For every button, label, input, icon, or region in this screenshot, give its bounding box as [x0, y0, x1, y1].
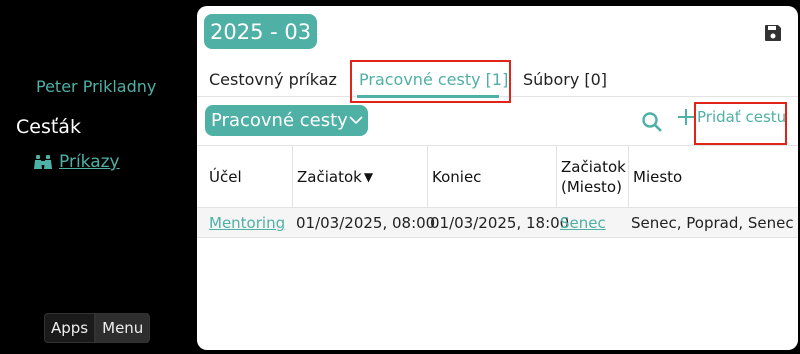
filter-select[interactable]: Pracovné cesty — [205, 105, 368, 136]
tab-bar: Cestovný príkaz Pracovné cesty [1] Súbor… — [197, 61, 798, 98]
bottom-switcher: Apps Menu — [44, 313, 151, 343]
search-icon[interactable] — [641, 111, 663, 133]
row-zaciatok-miesto-link[interactable]: Senec — [560, 214, 606, 232]
add-trip-button[interactable]: Pridať cestu — [677, 108, 786, 126]
row-ucel-link[interactable]: Mentoring — [209, 214, 285, 232]
binoculars-icon — [33, 152, 53, 172]
filter-select-value: Pracovné cesty — [211, 110, 348, 131]
column-header-zaciatok[interactable]: Začiatok ▼ — [293, 146, 428, 208]
chevron-down-icon — [348, 112, 364, 128]
column-header-miesto[interactable]: Miesto — [629, 146, 798, 208]
table-row[interactable]: Mentoring 01/03/2025, 08:00 01/03/2025, … — [197, 208, 798, 238]
app-title: Cesťák — [16, 116, 81, 138]
row-miesto: Senec, Poprad, Senec — [631, 214, 794, 232]
menu-button[interactable]: Menu — [95, 313, 151, 343]
period-badge[interactable]: 2025 - 03 — [204, 14, 318, 49]
column-header-koniec[interactable]: Koniec — [428, 146, 557, 208]
user-name[interactable]: Peter Prikladny — [36, 77, 156, 96]
add-trip-label: Pridať cestu — [697, 108, 787, 126]
sidebar-item-prikazy[interactable]: Príkazy — [33, 152, 120, 172]
plus-icon — [677, 108, 695, 126]
main-panel: 2025 - 03 Cestovný príkaz Pracovné cesty… — [197, 6, 798, 350]
tab-subory[interactable]: Súbory [0] — [523, 70, 607, 89]
sidebar: Peter Prikladny Cesťák Príkazy Apps Menu — [0, 0, 197, 354]
table-header: Účel Začiatok ▼ Koniec Začiatok (Miesto) … — [197, 145, 798, 208]
tab-pracovne-cesty[interactable]: Pracovné cesty [1] — [359, 70, 508, 89]
column-header-zaciatok-miesto[interactable]: Začiatok (Miesto) — [557, 146, 629, 208]
tab-cestovny-prikaz[interactable]: Cestovný príkaz — [209, 70, 337, 89]
active-tab-indicator — [357, 95, 499, 98]
save-icon[interactable] — [764, 24, 782, 42]
row-zaciatok: 01/03/2025, 08:00 — [296, 214, 436, 232]
trips-table: Účel Začiatok ▼ Koniec Začiatok (Miesto) … — [197, 145, 798, 238]
sidebar-item-label: Príkazy — [59, 152, 120, 172]
apps-button[interactable]: Apps — [44, 313, 96, 343]
column-header-ucel[interactable]: Účel — [205, 146, 293, 208]
sort-desc-icon: ▼ — [363, 170, 374, 184]
row-koniec: 01/03/2025, 18:00 — [430, 214, 570, 232]
